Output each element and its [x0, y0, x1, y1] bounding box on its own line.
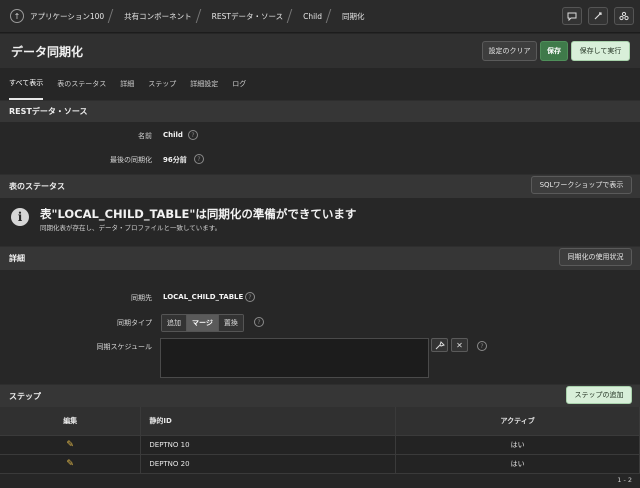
details-section-heading: 詳細 — [0, 246, 640, 270]
schedule-builder-icon[interactable] — [431, 338, 448, 352]
info-icon: i — [11, 208, 29, 226]
page-title: データ同期化 — [11, 45, 84, 59]
pencil-icon[interactable]: ✎ — [66, 459, 74, 469]
add-step-button[interactable]: ステップの追加 — [566, 386, 632, 404]
team-tools-icon[interactable] — [614, 7, 634, 25]
save-and-run-button[interactable]: 保存して実行 — [571, 41, 630, 61]
name-label: 名前 — [138, 132, 152, 140]
edit-cell: ✎ — [0, 435, 142, 455]
name-value: Child — [163, 131, 183, 139]
pencil-icon[interactable]: ✎ — [66, 440, 74, 450]
steps-heading-text: ステップ — [9, 391, 41, 401]
sync-target-value: LOCAL_CHILD_TABLE — [163, 293, 244, 301]
edit-cell: ✎ — [0, 454, 142, 474]
breadcrumb-item-rest-data-sources[interactable]: RESTデータ・ソース — [212, 11, 283, 22]
tab-log[interactable]: ログ — [232, 68, 246, 100]
status-message-subtitle: 同期化表が存在し、データ・プロファイルと一致しています。 — [40, 224, 222, 232]
help-icon[interactable]: ? — [188, 130, 198, 140]
breadcrumb-separator — [107, 9, 121, 23]
table-row: ✎ DEPTNO 10 はい — [0, 435, 640, 455]
steps-section-heading: ステップ — [0, 384, 640, 407]
static-id-cell: DEPTNO 10 — [140, 435, 397, 455]
rest-source-section-body — [0, 122, 640, 174]
table-row: ✎ DEPTNO 20 はい — [0, 454, 640, 474]
help-icon[interactable]: ? — [254, 317, 264, 327]
breadcrumb-item-child[interactable]: Child — [303, 12, 322, 21]
column-header-active[interactable]: アクティブ — [395, 407, 640, 436]
details-heading-text: 詳細 — [9, 254, 25, 263]
up-arrow-icon[interactable]: ↑ — [10, 9, 24, 23]
active-cell: はい — [395, 454, 640, 474]
tab-table-status[interactable]: 表のステータス — [57, 68, 106, 100]
static-id-cell: DEPTNO 20 — [140, 454, 397, 474]
page-header: データ同期化 設定のクリア 保存 保存して実行 — [0, 34, 640, 68]
breadcrumb-separator — [325, 9, 339, 23]
column-header-static-id[interactable]: 静的ID — [140, 407, 397, 436]
clear-settings-button[interactable]: 設定のクリア — [482, 41, 537, 61]
clear-schedule-icon[interactable]: ✕ — [451, 338, 468, 352]
rest-source-heading-text: RESTデータ・ソース — [9, 107, 88, 116]
breadcrumb-separator — [286, 9, 300, 23]
help-icon[interactable]: ? — [245, 292, 255, 302]
pagination-text: 1 - 2 — [617, 476, 632, 484]
sync-usage-button[interactable]: 同期化の使用状況 — [559, 248, 632, 266]
breadcrumb-item-current: 同期化 — [342, 11, 365, 21]
tab-steps[interactable]: ステップ — [148, 68, 176, 100]
sync-type-append-option[interactable]: 追加 — [162, 315, 187, 331]
rest-source-section-heading: RESTデータ・ソース — [0, 100, 640, 122]
tab-show-all[interactable]: すべて表示 — [9, 68, 44, 100]
comments-icon[interactable] — [562, 7, 582, 25]
shared-components-icon[interactable] — [588, 7, 608, 25]
sync-type-label: 同期タイプ — [117, 319, 152, 327]
tab-advanced[interactable]: 詳細設定 — [190, 68, 218, 100]
status-message-title: 表"LOCAL_CHILD_TABLE"は同期化の準備ができています — [40, 207, 357, 221]
breadcrumb-bar: ↑ アプリケーション100 共有コンポーネント RESTデータ・ソース Chil… — [0, 0, 640, 33]
help-icon[interactable]: ? — [194, 154, 204, 164]
tab-bar: すべて表示 表のステータス 詳細 ステップ 詳細設定 ログ — [0, 68, 640, 100]
table-status-heading-text: 表のステータス — [9, 182, 65, 191]
last-sync-value: 96分前 — [163, 156, 187, 164]
save-button[interactable]: 保存 — [540, 41, 568, 61]
sync-type-segmented-control: 追加 マージ 置換 — [161, 314, 244, 332]
sync-type-replace-option[interactable]: 置換 — [218, 315, 243, 331]
breadcrumb-separator — [195, 9, 208, 23]
view-in-sql-workshop-button[interactable]: SQLワークショップで表示 — [531, 176, 632, 194]
sync-schedule-input[interactable] — [160, 338, 429, 378]
active-cell: はい — [395, 435, 640, 455]
column-header-edit[interactable]: 編集 — [0, 407, 142, 436]
breadcrumb-item-application[interactable]: アプリケーション100 — [30, 11, 104, 22]
last-sync-label: 最後の同期化 — [110, 156, 152, 164]
sync-schedule-label: 同期スケジュール — [96, 343, 152, 351]
sync-type-merge-option[interactable]: マージ — [187, 315, 219, 331]
tab-details[interactable]: 詳細 — [120, 68, 134, 100]
help-icon[interactable]: ? — [477, 341, 487, 351]
table-header-row: 編集 静的ID アクティブ — [0, 407, 640, 436]
sync-target-label: 同期先 — [131, 294, 152, 302]
breadcrumb-item-shared-components[interactable]: 共有コンポーネント — [124, 11, 192, 22]
steps-table: 編集 静的ID アクティブ ✎ DEPTNO 10 はい ✎ DEPTNO 20… — [0, 407, 640, 474]
